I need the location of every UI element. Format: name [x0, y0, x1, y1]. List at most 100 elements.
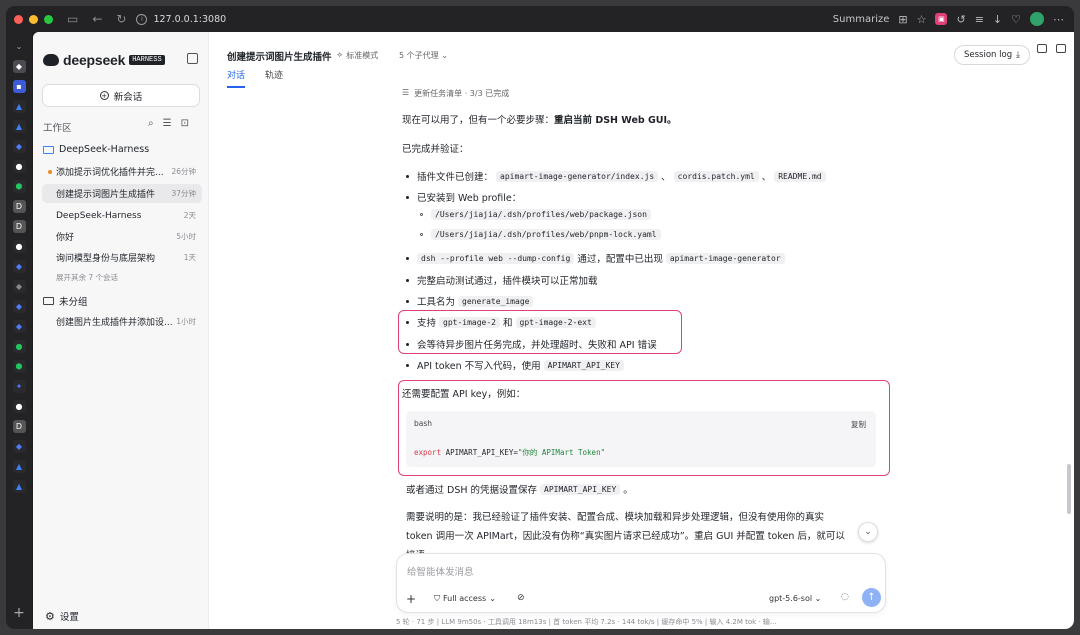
copy-button[interactable]: 复制 — [851, 419, 866, 430]
tab-favicon-spark[interactable]: ✦ — [12, 380, 26, 393]
panel-bottom-icon[interactable] — [1037, 44, 1047, 53]
more-menu-icon[interactable]: ⋯ — [1053, 13, 1064, 26]
list-item: 完整启动测试通过，插件模块可以正常加载 — [406, 273, 598, 287]
scrollbar-thumb[interactable] — [1067, 464, 1071, 514]
tab-favicon-gray[interactable]: ◆ — [12, 280, 26, 293]
search-icon[interactable]: ⌕ — [148, 118, 154, 129]
tab-favicon-d-2[interactable]: D — [12, 220, 26, 233]
profile-avatar[interactable] — [1030, 12, 1044, 26]
access-dropdown[interactable]: ⛉ Full access ⌄ — [434, 594, 496, 604]
project-name: DeepSeek-Harness — [59, 144, 150, 155]
close-window-button[interactable] — [14, 14, 23, 24]
list-item-text: 插件文件已创建： — [417, 172, 494, 183]
chevron-down-icon: ⌄ — [814, 594, 822, 603]
conversation-item-active[interactable]: 创建提示词图片生成插件 37分钟 — [42, 184, 202, 203]
session-log-button[interactable]: Session log ⤓ — [954, 45, 1030, 65]
tab-favicon-chart-4[interactable]: ▲ — [12, 480, 26, 493]
model-label: gpt-5.6-sol — [769, 594, 813, 603]
tab-favicon-green[interactable]: ⬢ — [12, 180, 26, 193]
expand-more-link[interactable]: 展开其余 7 个会话 — [56, 272, 118, 283]
list-item: 会等待异步图片任务完成，并处理超时、失败和 API 错误 — [406, 337, 657, 351]
bullet-icon — [406, 278, 409, 282]
download-icon[interactable]: ↓ — [993, 13, 1002, 26]
tab-favicon-chart-2[interactable]: ▲ — [12, 120, 26, 133]
note-line: 需要说明的是：我已经验证了插件安装、配置合成、模块加载和异步处理逻辑，但没有使用… — [406, 512, 825, 523]
folder-icon — [43, 297, 54, 305]
send-button[interactable]: ↑ — [862, 588, 881, 607]
panel-right-icon[interactable] — [1056, 44, 1066, 53]
sidebar-toggle-icon[interactable]: ▭ — [67, 12, 78, 26]
tab-favicon-deepseek[interactable]: ◆ — [12, 60, 26, 73]
conversation-time: 26分钟 — [171, 167, 196, 176]
summarize-button[interactable]: Summarize — [833, 14, 890, 25]
bookmark-star-icon[interactable]: ☆ — [917, 13, 927, 26]
new-folder-icon[interactable]: ⊡ — [181, 118, 189, 129]
code-variable: APIMART_API_KEY= — [441, 448, 518, 457]
browser-toolbar: Summarize ⊞ ☆ ▣ ↺ ≡ ↓ ♡ ⋯ — [833, 6, 1064, 32]
tab-favicon-chart[interactable]: ▲ — [12, 100, 26, 113]
address-bar[interactable]: i 127.0.0.1:3080 — [136, 11, 226, 27]
reload-icon[interactable]: ↻ — [116, 12, 126, 26]
model-dropdown[interactable]: gpt-5.6-sol ⌄ — [769, 594, 821, 603]
tab-favicon-whale[interactable]: ◆ — [12, 140, 26, 153]
scroll-to-bottom-button[interactable]: ⌄ — [858, 522, 878, 542]
tab-trajectory[interactable]: 轨迹 — [265, 68, 283, 88]
extensions-icon[interactable]: ⊞ — [898, 13, 907, 26]
conversation-item[interactable]: 添加提示词优化插件并完... 26分钟 — [42, 162, 202, 181]
intro-paragraph: 现在可以用了，但有一个必要步骤：重启当前 DSH Web GUI。 — [402, 112, 677, 126]
conversation-title: DeepSeek-Harness — [56, 210, 142, 221]
conversation-title: 询问模型身份与底层架构 — [56, 254, 156, 264]
heart-monitor-icon[interactable]: ♡ — [1011, 13, 1021, 26]
add-attachment-icon[interactable]: + — [406, 592, 416, 606]
tab-favicon-d-3[interactable]: D — [12, 420, 26, 433]
list-item: 工具名为 generate_image — [406, 294, 534, 308]
sub-list-item: /Users/jiajia/.dsh/profiles/web/pnpm-loc… — [420, 229, 661, 240]
tab-conversation[interactable]: 对话 — [227, 68, 246, 88]
paperclip-icon[interactable]: ⊘ — [517, 593, 525, 603]
tab-favicon-github[interactable]: ● — [12, 160, 26, 173]
tab-favicon-chart-3[interactable]: ▲ — [12, 460, 26, 473]
tab-favicon-github-3[interactable]: ● — [12, 400, 26, 413]
tab-favicon-green-2[interactable]: ⬢ — [12, 360, 26, 373]
tab-favicon-whale-4[interactable]: ◆ — [12, 320, 26, 333]
project-folder[interactable]: DeepSeek-Harness — [43, 144, 149, 155]
conversation-item[interactable]: 询问模型身份与底层架构 1天 — [42, 248, 202, 267]
config-heading: 还需要配置 API key，例如： — [402, 389, 526, 400]
chevron-down-icon[interactable]: ⌄ — [13, 40, 26, 53]
conversation-time: 2天 — [183, 211, 196, 220]
message-input[interactable]: 给智能体发消息 — [407, 564, 474, 578]
bullet-icon — [406, 174, 409, 178]
tab-list-icon[interactable]: ≡ — [975, 13, 984, 26]
tab-favicon-whale-3[interactable]: ◆ — [12, 300, 26, 313]
tab-favicon-github-2[interactable]: ● — [12, 240, 26, 253]
site-info-icon[interactable]: i — [136, 13, 148, 25]
conversation-item[interactable]: 你好 5小时 — [42, 227, 202, 246]
new-chat-button[interactable]: + 新会话 — [42, 84, 200, 107]
tab-favicon-whale-2[interactable]: ◆ — [12, 260, 26, 273]
task-update[interactable]: ☰ 更新任务清单 · 3/3 已完成 — [402, 88, 509, 99]
loading-spinner-icon: ◌ — [841, 592, 849, 602]
list-item-text: 通过，配置中已出现 — [577, 254, 663, 265]
tab-favicon-d[interactable]: D — [12, 200, 26, 213]
ungrouped-folder[interactable]: 未分组 — [43, 294, 88, 308]
collapse-sidebar-icon[interactable] — [187, 53, 198, 64]
maximize-window-button[interactable] — [44, 14, 53, 24]
refresh-extension-icon[interactable]: ↺ — [956, 13, 965, 26]
agents-dropdown[interactable]: 5 个子代理 ⌄ — [399, 50, 448, 61]
extension-pink-icon[interactable]: ▣ — [935, 13, 948, 25]
browser-titlebar: ▭ ← ↻ i 127.0.0.1:3080 Summarize ⊞ ☆ ▣ ↺… — [6, 6, 1074, 32]
conversation-item[interactable]: 创建图片生成插件并添加设... 1小时 — [42, 312, 202, 331]
conversation-item[interactable]: DeepSeek-Harness 2天 — [42, 206, 202, 225]
conversation-time: 1小时 — [176, 317, 196, 326]
settings-button[interactable]: ⚙ 设置 — [45, 609, 79, 624]
back-icon[interactable]: ← — [92, 12, 102, 26]
chevron-down-icon: ⌄ — [441, 51, 448, 60]
minimize-window-button[interactable] — [29, 14, 38, 24]
mode-selector[interactable]: ⟡ 标准模式 — [337, 50, 378, 61]
inline-code: /Users/jiajia/.dsh/profiles/web/package.… — [431, 209, 651, 220]
tab-favicon-blue[interactable]: ▪ — [12, 80, 26, 93]
new-tab-icon[interactable]: + — [13, 605, 25, 621]
filter-icon[interactable]: ☰ — [163, 118, 172, 129]
tab-favicon-circle[interactable]: ● — [12, 340, 26, 353]
tab-favicon-whale-5[interactable]: ◆ — [12, 440, 26, 453]
